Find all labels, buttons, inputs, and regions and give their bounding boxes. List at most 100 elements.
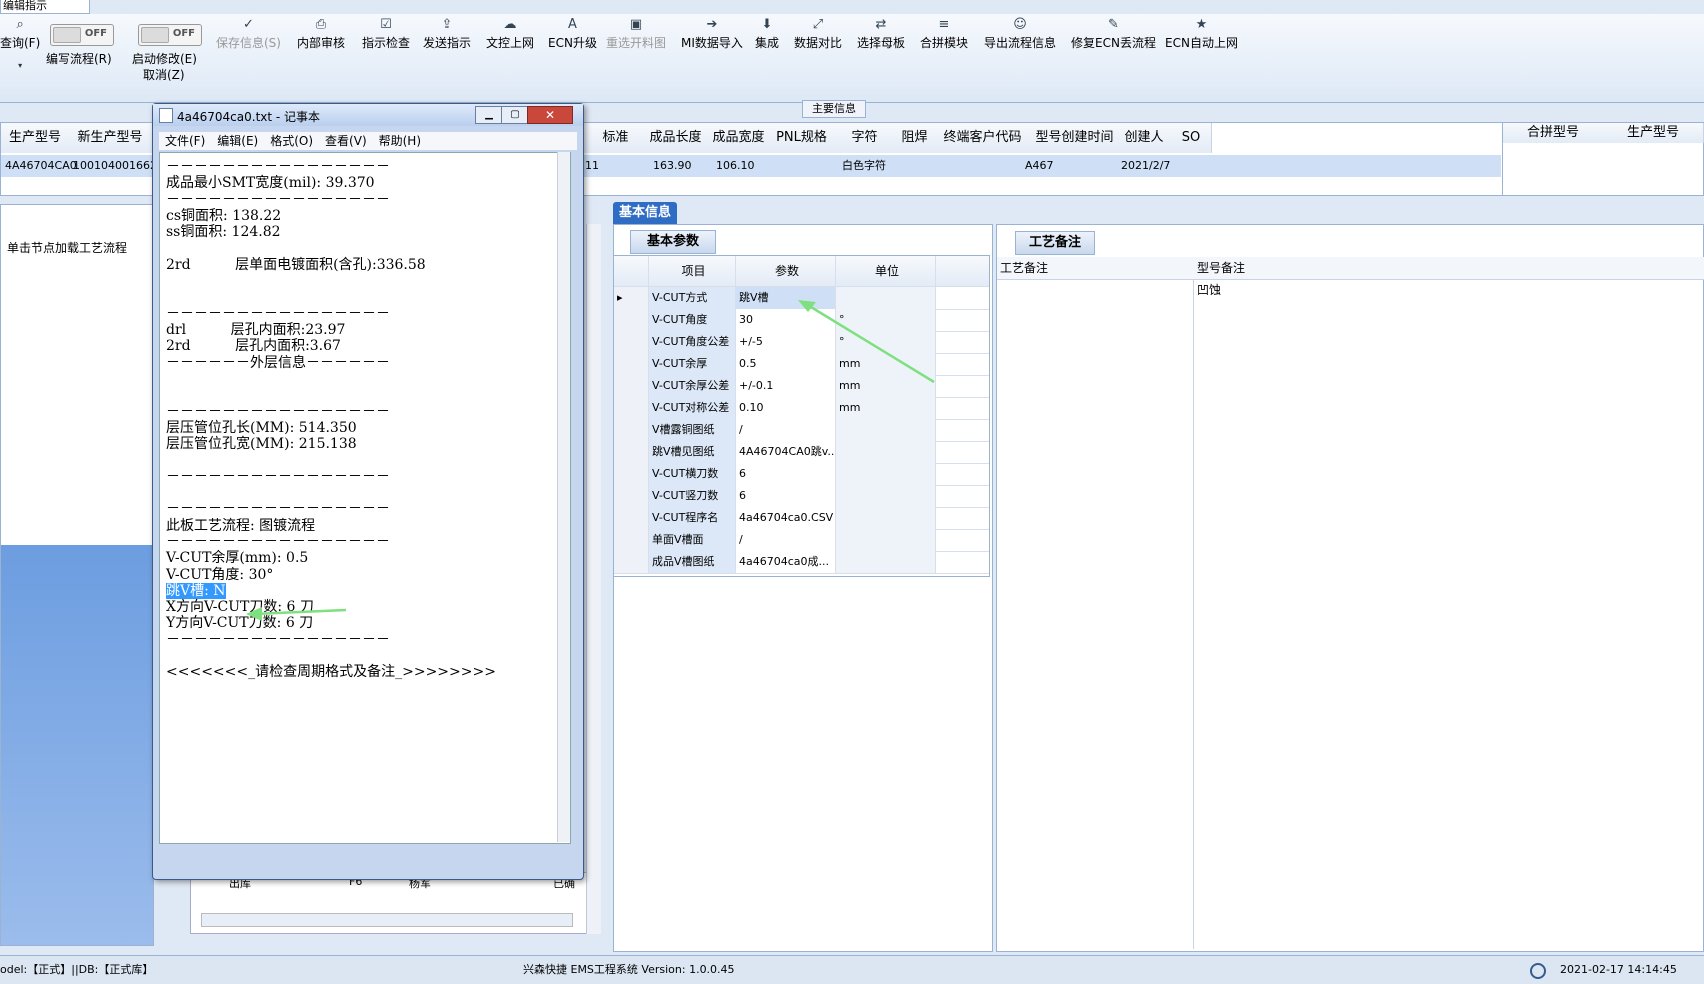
ribbon-tab[interactable]: 编辑指示 <box>0 0 90 14</box>
model-note-text[interactable]: 凹蚀 <box>1197 281 1221 298</box>
params-column-header[interactable]: 项目 <box>649 256 736 286</box>
params-cell: mm <box>836 353 936 375</box>
params-cell <box>836 485 936 507</box>
tab-basic-params[interactable]: 基本参数 <box>630 230 716 254</box>
ribbon-icon-10: ⇄ <box>875 17 887 32</box>
cancel-button[interactable]: 取消(Z) <box>143 66 185 83</box>
notepad-menu-item[interactable]: 文件(F) <box>165 132 205 150</box>
ribbon-button-6[interactable]: ▣ 重选开料图 <box>606 16 666 51</box>
params-cell[interactable]: 6 <box>736 485 836 507</box>
ribbon-button-4[interactable]: ☁ 文控上网 <box>486 16 534 51</box>
notepad-menubar: 文件(F) 编辑(E) 格式(O) 查看(V) 帮助(H) <box>159 132 577 150</box>
params-row[interactable]: 单面V槽面 / <box>614 529 989 552</box>
ribbon-button-2[interactable]: ☑ 指示检查 <box>362 16 410 51</box>
params-cell[interactable]: 跳V槽 <box>736 287 836 309</box>
params-cell[interactable]: +/-0.1 <box>736 375 836 397</box>
params-cell[interactable]: 6 <box>736 463 836 485</box>
params-cell: mm <box>836 397 936 419</box>
tab-craft-notes[interactable]: 工艺备注 <box>1015 231 1095 255</box>
ribbon-button-7[interactable]: ➔ MI数据导入 <box>681 16 743 51</box>
ribbon-button-11[interactable]: ≡ 合拼模块 <box>920 16 968 51</box>
params-column-header[interactable]: 参数 <box>736 256 836 286</box>
params-cell[interactable]: +/-5 <box>736 331 836 353</box>
production-model-header[interactable]: 生产型号 <box>1603 123 1704 143</box>
ribbon-icon-12: ☺ <box>1013 17 1027 32</box>
column-header-6[interactable]: PNL规格 <box>770 123 834 153</box>
params-column-header[interactable]: 单位 <box>836 256 936 286</box>
ribbon-button-10[interactable]: ⇄ 选择母板 <box>857 16 905 51</box>
notepad-line: －－－－－－－－－－－－－－－－ <box>166 191 390 208</box>
ribbon-button-8[interactable]: ⬇ 集成 <box>755 16 779 51</box>
maximize-icon[interactable]: ▢ <box>501 106 529 124</box>
merge-model-header[interactable]: 合拼型号 <box>1503 123 1604 143</box>
params-cell[interactable]: 4a46704ca0成... <box>736 551 836 573</box>
column-header-5[interactable]: 成品宽度 <box>707 123 771 153</box>
vertical-scrollbar[interactable] <box>586 224 601 934</box>
column-header-1[interactable]: 新生产型号 <box>69 123 152 153</box>
edit-flow-label: 编写流程(R) <box>46 52 112 66</box>
ribbon-button-9[interactable]: ⤢ 数据对比 <box>794 16 842 51</box>
notepad-scrollbar[interactable] <box>557 152 570 842</box>
params-row[interactable]: V-CUT余厚 0.5 mm <box>614 353 989 376</box>
minimize-icon[interactable]: ▁ <box>475 106 503 124</box>
params-row[interactable]: V-CUT横刀数 6 <box>614 463 989 486</box>
horizontal-scrollbar[interactable] <box>201 913 573 927</box>
params-row[interactable]: V-CUT角度公差 +/-5 ° <box>614 331 989 354</box>
column-header-8[interactable]: 阻焊 <box>896 123 934 153</box>
column-header-11[interactable]: 创建人 <box>1117 123 1172 153</box>
notepad-line: <<<<<<<_请检查周期格式及备注_>>>>>>>> <box>166 664 496 681</box>
ribbon-button-12[interactable]: ☺ 导出流程信息 <box>984 16 1056 51</box>
params-cell <box>836 551 936 573</box>
ribbon-button-1[interactable]: ⎙ 内部审核 <box>297 16 345 51</box>
edit-flow-toggle[interactable]: OFF <box>50 24 114 46</box>
ribbon-button-13[interactable]: ✎ 修复ECN丢流程 <box>1071 16 1156 51</box>
column-header-3[interactable]: 标准 <box>587 123 645 153</box>
notepad-line: 此板工艺流程: 图镀流程 <box>166 517 316 534</box>
ribbon-icon-13: ✎ <box>1108 17 1119 32</box>
params-cell: 跳V槽见图纸 <box>649 441 736 463</box>
ribbon-button-14[interactable]: ★ ECN自动上网 <box>1165 16 1238 51</box>
notepad-menu-item[interactable]: 查看(V) <box>325 132 367 150</box>
auto-modify-toggle[interactable]: OFF <box>138 24 202 46</box>
notepad-titlebar[interactable]: 4a46704ca0.txt - 记事本 ▁ ▢ ✕ <box>153 104 583 126</box>
ribbon-button-5[interactable]: A ECN升级 <box>548 16 597 51</box>
ribbon-button-0[interactable]: ✓ 保存信息(S) <box>216 16 281 51</box>
params-row[interactable]: 成品V槽图纸 4a46704ca0成... <box>614 551 989 574</box>
column-header-4[interactable]: 成品长度 <box>644 123 708 153</box>
ribbon-button-3[interactable]: ⇪ 发送指示 <box>423 16 471 51</box>
notepad-text-area[interactable]: －－－－－－－－－－－－－－－－ 成品最小SMT宽度(mil): 39.370 －－… <box>159 152 571 844</box>
ribbon-icon-5: A <box>568 17 577 32</box>
params-cell: V-CUT竖刀数 <box>649 485 736 507</box>
auto-modify-label: 启动修改(E) <box>132 52 197 66</box>
params-row[interactable]: V-CUT余厚公差 +/-0.1 mm <box>614 375 989 398</box>
params-row[interactable]: V-CUT对称公差 0.10 mm <box>614 397 989 420</box>
params-cell[interactable]: 4a46704ca0.CSV <box>736 507 836 529</box>
params-cell[interactable]: 30 <box>736 309 836 331</box>
column-header-0[interactable]: 生产型号 <box>1 123 70 153</box>
params-row[interactable]: V-CUT竖刀数 6 <box>614 485 989 508</box>
notepad-menu-item[interactable]: 格式(O) <box>270 132 313 150</box>
notepad-line: －－－－－－－－－－－－－－－－ <box>166 501 390 518</box>
params-cell[interactable]: / <box>736 529 836 551</box>
params-row[interactable]: ▸ V-CUT方式 跳V槽 <box>614 287 989 310</box>
column-header-12[interactable]: SO <box>1171 123 1212 153</box>
chevron-down-icon[interactable]: ▾ <box>0 61 40 70</box>
table-cell: 4A46704CA0 <box>5 159 77 172</box>
params-cell: V-CUT方式 <box>649 287 736 309</box>
tab-basic-info[interactable]: 基本信息 <box>613 202 677 224</box>
column-header-7[interactable]: 字符 <box>833 123 897 153</box>
notepad-menu-item[interactable]: 编辑(E) <box>217 132 258 150</box>
params-cell[interactable]: 0.10 <box>736 397 836 419</box>
column-header-9[interactable]: 终端客户代码 <box>933 123 1033 153</box>
notepad-menu-item[interactable]: 帮助(H) <box>379 132 421 150</box>
params-row[interactable]: V-CUT角度 30 ° <box>614 309 989 332</box>
params-cell[interactable]: 0.5 <box>736 353 836 375</box>
params-row[interactable]: 跳V槽见图纸 4A46704CA0跳v... <box>614 441 989 464</box>
params-row[interactable]: V-CUT程序名 4a46704ca0.CSV <box>614 507 989 530</box>
params-row[interactable]: V槽露铜图纸 / <box>614 419 989 442</box>
params-cell[interactable]: 4A46704CA0跳v... <box>736 441 836 463</box>
column-header-10[interactable]: 型号创建时间 <box>1032 123 1118 153</box>
params-cell[interactable]: / <box>736 419 836 441</box>
query-button[interactable]: ⌕ 查询(F) ▾ <box>0 16 40 70</box>
close-icon[interactable]: ✕ <box>527 106 573 124</box>
